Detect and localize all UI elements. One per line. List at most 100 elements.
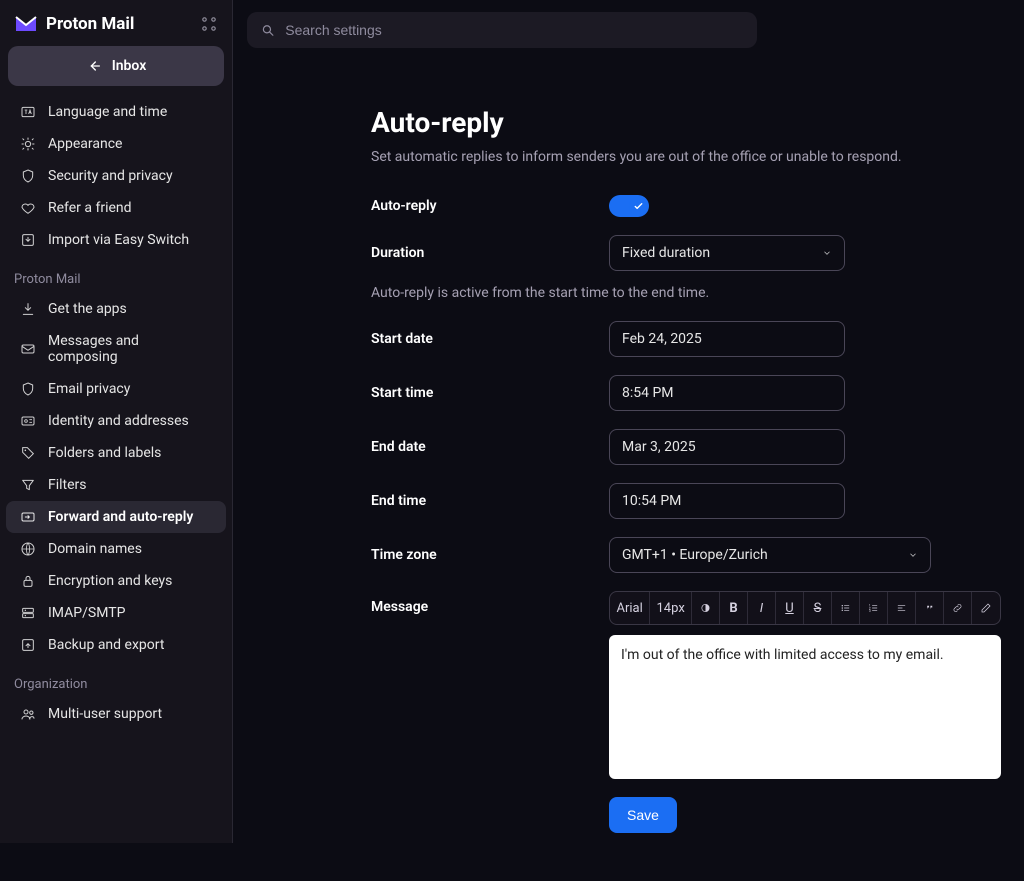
- lock-icon: [20, 573, 36, 589]
- sidebar-item-forward-and-auto-reply[interactable]: Forward and auto-reply: [6, 501, 226, 533]
- message-body: I'm out of the office with limited acces…: [621, 647, 944, 663]
- content: Auto-reply Set automatic replies to info…: [233, 56, 1024, 881]
- font-family-select[interactable]: Arial: [610, 592, 650, 624]
- brand[interactable]: Proton Mail: [14, 12, 134, 36]
- number-list-button[interactable]: 123: [860, 592, 888, 624]
- brand-row: Proton Mail: [0, 0, 232, 46]
- sidebar-item-import-via-easy-switch[interactable]: Import via Easy Switch: [6, 224, 226, 256]
- sidebar-item-multi-user-support[interactable]: Multi-user support: [6, 698, 226, 730]
- sidebar-item-label: Import via Easy Switch: [48, 232, 189, 248]
- row-message: Message Arial 14px B I U S 123: [371, 591, 1001, 833]
- row-start-time: Start time 8:54 PM: [371, 375, 1001, 411]
- globe-icon: [20, 541, 36, 557]
- bullet-list-button[interactable]: [832, 592, 860, 624]
- page-subtitle: Set automatic replies to inform senders …: [371, 149, 1001, 165]
- row-end-date: End date Mar 3, 2025: [371, 429, 1001, 465]
- chevron-down-icon: [908, 550, 918, 560]
- sidebar-item-label: Messages and composing: [48, 333, 212, 365]
- users-icon: [20, 706, 36, 722]
- tag-icon: [20, 445, 36, 461]
- sidebar-item-label: Security and privacy: [48, 168, 173, 184]
- sidebar: Proton Mail Inbox Language and time Appea…: [0, 0, 233, 843]
- brand-name: Proton Mail: [46, 14, 134, 34]
- message-label: Message: [371, 591, 609, 615]
- end-date-label: End date: [371, 439, 609, 455]
- align-icon: [896, 601, 907, 615]
- end-time-input[interactable]: 10:54 PM: [609, 483, 845, 519]
- sidebar-item-messages-and-composing[interactable]: Messages and composing: [6, 325, 226, 373]
- sidebar-item-appearance[interactable]: Appearance: [6, 128, 226, 160]
- end-date-value: Mar 3, 2025: [622, 439, 696, 455]
- row-duration: Duration Fixed duration: [371, 235, 1001, 271]
- language-icon: [20, 104, 36, 120]
- duration-value: Fixed duration: [622, 245, 710, 261]
- sidebar-item-filters[interactable]: Filters: [6, 469, 226, 501]
- sidebar-item-identity-and-addresses[interactable]: Identity and addresses: [6, 405, 226, 437]
- sidebar-item-encryption-and-keys[interactable]: Encryption and keys: [6, 565, 226, 597]
- contrast-icon: [700, 601, 711, 615]
- number-list-icon: 123: [868, 601, 879, 615]
- sidebar-item-backup-and-export[interactable]: Backup and export: [6, 629, 226, 661]
- chevron-down-icon: [822, 248, 832, 258]
- end-time-label: End time: [371, 493, 609, 509]
- start-date-label: Start date: [371, 331, 609, 347]
- link-icon: [952, 601, 963, 615]
- editor-wrap: Arial 14px B I U S 123 I'm out of the of…: [609, 591, 1001, 833]
- sidebar-item-language-and-time[interactable]: Language and time: [6, 96, 226, 128]
- shield-icon: [20, 168, 36, 184]
- heart-icon: [20, 200, 36, 216]
- sidebar-item-folders-and-labels[interactable]: Folders and labels: [6, 437, 226, 469]
- appearance-icon: [20, 136, 36, 152]
- sidebar-item-email-privacy[interactable]: Email privacy: [6, 373, 226, 405]
- duration-label: Duration: [371, 245, 609, 261]
- upload-icon: [20, 637, 36, 653]
- bold-button[interactable]: B: [720, 592, 748, 624]
- sidebar-item-label: Folders and labels: [48, 445, 161, 461]
- message-editor[interactable]: I'm out of the office with limited acces…: [609, 635, 1001, 779]
- duration-select[interactable]: Fixed duration: [609, 235, 845, 271]
- inbox-button[interactable]: Inbox: [8, 46, 224, 86]
- search-row: [233, 0, 1024, 56]
- shield-icon: [20, 381, 36, 397]
- start-time-input[interactable]: 8:54 PM: [609, 375, 845, 411]
- sidebar-item-label: Backup and export: [48, 637, 164, 653]
- sidebar-item-refer-a-friend[interactable]: Refer a friend: [6, 192, 226, 224]
- clear-format-button[interactable]: [972, 592, 1000, 624]
- quote-button[interactable]: [916, 592, 944, 624]
- link-button[interactable]: [944, 592, 972, 624]
- sidebar-nav: Language and time Appearance Security and …: [0, 94, 232, 843]
- nav-section-organization: Organization: [0, 661, 232, 698]
- sidebar-item-domain-names[interactable]: Domain names: [6, 533, 226, 565]
- eraser-icon: [980, 601, 992, 615]
- row-start-date: Start date Feb 24, 2025: [371, 321, 1001, 357]
- sidebar-item-label: Filters: [48, 477, 87, 493]
- quote-icon: [924, 601, 935, 615]
- end-date-input[interactable]: Mar 3, 2025: [609, 429, 845, 465]
- color-button[interactable]: [692, 592, 720, 624]
- start-date-input[interactable]: Feb 24, 2025: [609, 321, 845, 357]
- italic-button[interactable]: I: [748, 592, 776, 624]
- sidebar-item-label: Get the apps: [48, 301, 127, 317]
- id-card-icon: [20, 413, 36, 429]
- search-input[interactable]: [285, 22, 743, 38]
- arrow-left-icon: [86, 58, 102, 74]
- download-icon: [20, 301, 36, 317]
- timezone-select[interactable]: GMT+1 • Europe/Zurich: [609, 537, 931, 573]
- sidebar-item-imap-smtp[interactable]: IMAP/SMTP: [6, 597, 226, 629]
- font-size-select[interactable]: 14px: [650, 592, 692, 624]
- sidebar-item-label: Appearance: [48, 136, 122, 152]
- auto-reply-toggle[interactable]: [609, 195, 649, 217]
- sidebar-item-get-the-apps[interactable]: Get the apps: [6, 293, 226, 325]
- check-icon: [633, 201, 644, 212]
- align-button[interactable]: [888, 592, 916, 624]
- save-button[interactable]: Save: [609, 797, 677, 833]
- mail-icon: [20, 341, 36, 357]
- toggle-label: Auto-reply: [371, 198, 609, 214]
- underline-button[interactable]: U: [776, 592, 804, 624]
- server-icon: [20, 605, 36, 621]
- strike-button[interactable]: S: [804, 592, 832, 624]
- import-icon: [20, 232, 36, 248]
- search-box[interactable]: [247, 12, 757, 48]
- apps-grid-icon[interactable]: [200, 15, 218, 33]
- sidebar-item-security-and-privacy[interactable]: Security and privacy: [6, 160, 226, 192]
